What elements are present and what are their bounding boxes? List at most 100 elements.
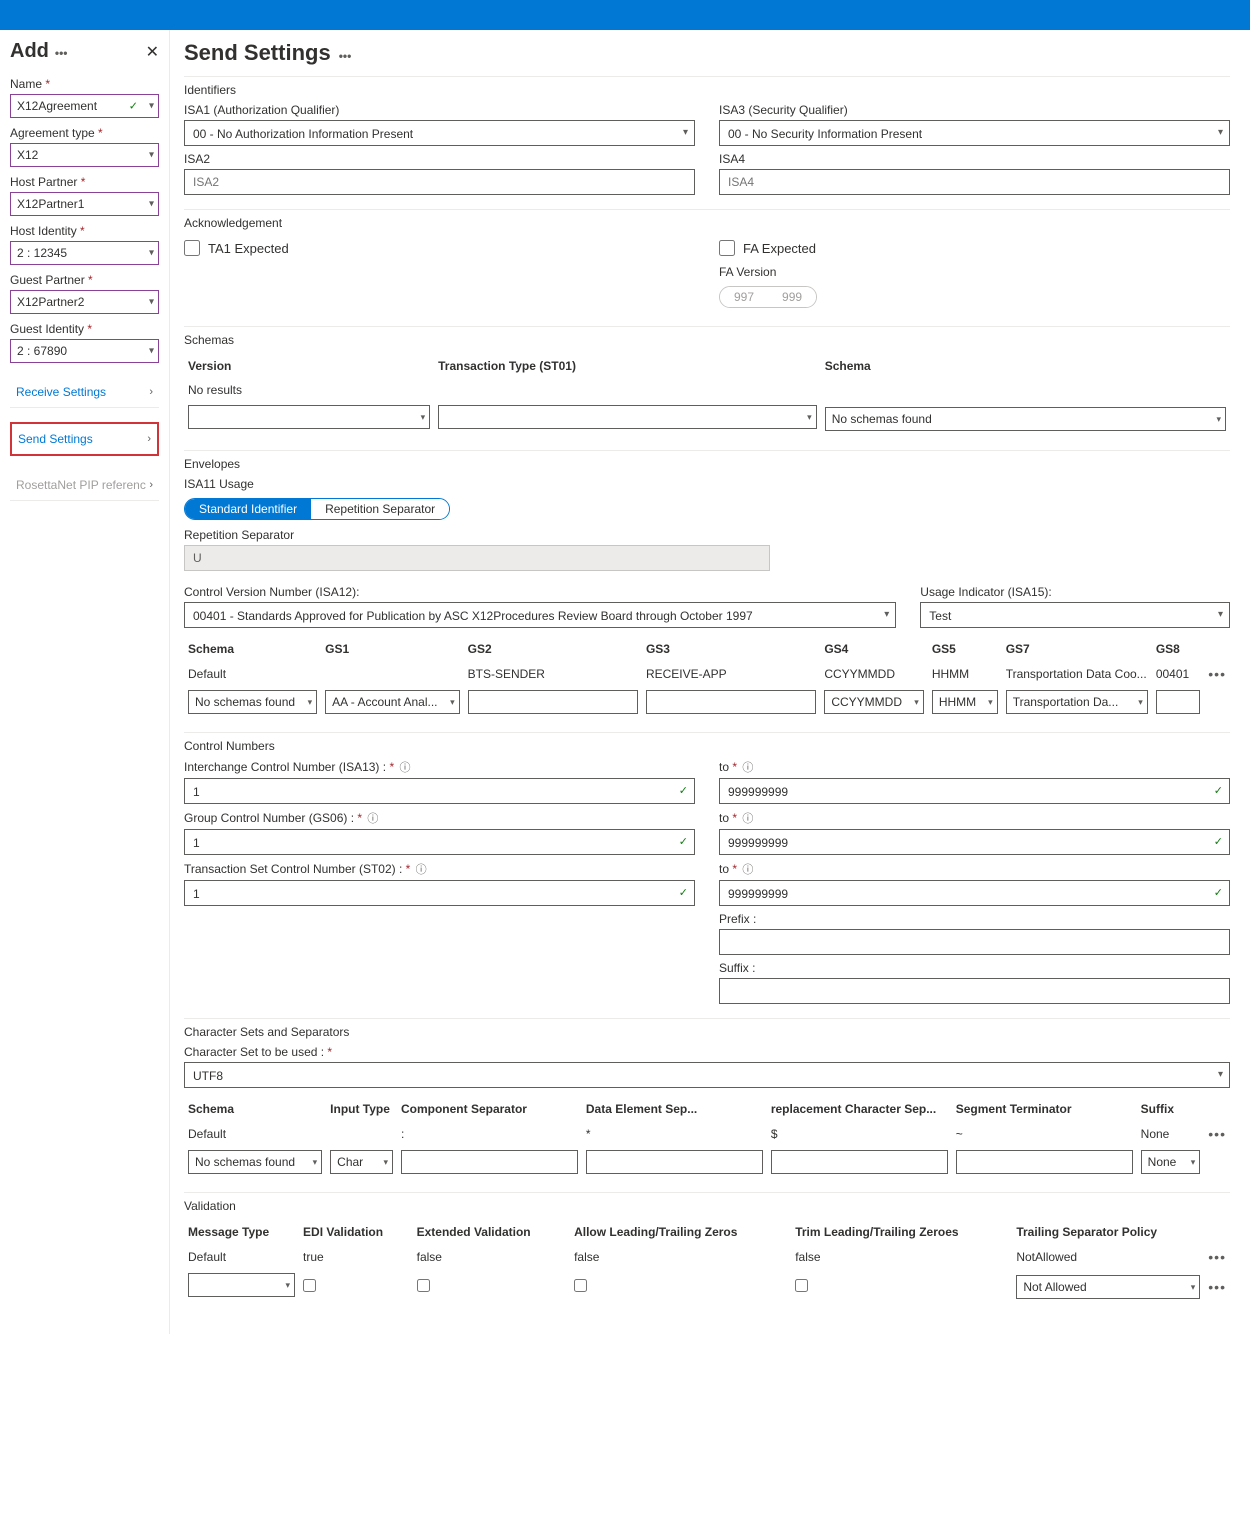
v-input-row: ▾ Not Allowed▾ ••• (184, 1269, 1230, 1304)
gs5-select[interactable]: HHMM▾ (932, 690, 998, 714)
isa11-toggle[interactable]: Standard Identifier Repetition Separator (184, 498, 450, 520)
host-identity-select[interactable]: 2 : 12345▾ (10, 241, 159, 265)
gs1-header: GS1 (321, 636, 464, 662)
fa-version-label: FA Version (719, 265, 1230, 279)
suffix-label: Suffix : (719, 961, 1230, 975)
v-msg-header: Message Type (184, 1219, 299, 1245)
v-trail-select[interactable]: Not Allowed▾ (1016, 1275, 1200, 1299)
cs-schema-select[interactable]: No schemas found▾ (188, 1150, 322, 1174)
fa-checkbox[interactable]: FA Expected (719, 240, 816, 256)
prefix-input[interactable] (719, 929, 1230, 955)
standard-identifier-option[interactable]: Standard Identifier (185, 499, 311, 519)
more-icon[interactable]: ••• (339, 49, 352, 63)
chevron-down-icon: ▾ (149, 346, 154, 357)
isa4-input[interactable] (719, 169, 1230, 195)
env-input-row: No schemas found▾ AA - Account Anal...▾ … (184, 686, 1230, 718)
tsc-to-input[interactable]: 999999999✓ (719, 880, 1230, 906)
cs-input-row: No schemas found▾ Char▾ None▾ (184, 1146, 1230, 1178)
chevron-down-icon: ▾ (149, 101, 154, 112)
cs-suffix-select[interactable]: None▾ (1141, 1150, 1201, 1174)
close-icon[interactable]: ✕ (146, 42, 159, 62)
cs-data-input[interactable] (586, 1150, 763, 1174)
gs1-select[interactable]: AA - Account Anal...▾ (325, 690, 460, 714)
v-lead-checkbox[interactable] (574, 1279, 587, 1292)
v-lead-header: Allow Leading/Trailing Zeros (570, 1219, 791, 1245)
guest-partner-select[interactable]: X12Partner2▾ (10, 290, 159, 314)
agreement-type-select[interactable]: X12▾ (10, 143, 159, 167)
gs7-header: GS7 (1002, 636, 1152, 662)
ta1-checkbox[interactable]: TA1 Expected (184, 240, 289, 256)
info-icon[interactable]: ⓘ (399, 762, 410, 774)
name-select[interactable]: X12Agreement✓▾ (10, 94, 159, 118)
info-icon[interactable]: ⓘ (742, 762, 753, 774)
agreement-type-label: Agreement type (10, 126, 159, 140)
v-trim-checkbox[interactable] (795, 1279, 808, 1292)
row-menu-icon[interactable]: ••• (1204, 1269, 1230, 1304)
usage-label: Usage Indicator (ISA15): (920, 585, 1230, 599)
gs4-header: GS4 (820, 636, 927, 662)
page-title: Send Settings••• (184, 40, 1230, 66)
cvn-select[interactable]: 00401 - Standards Approved for Publicati… (184, 602, 896, 628)
tsc-label: Transaction Set Control Number (ST02) : … (184, 861, 695, 877)
v-trail-header: Trailing Separator Policy (1012, 1219, 1204, 1245)
top-bar (0, 0, 1250, 30)
nav-receive-settings[interactable]: Receive Settings› (10, 377, 159, 408)
cs-inputtype-select[interactable]: Char▾ (330, 1150, 393, 1174)
v-edi-header: EDI Validation (299, 1219, 413, 1245)
info-icon[interactable]: ⓘ (367, 813, 378, 825)
no-results-text: No results (184, 379, 1230, 401)
guest-identity-select[interactable]: 2 : 67890▾ (10, 339, 159, 363)
cs-seg-input[interactable] (956, 1150, 1133, 1174)
more-icon[interactable]: ••• (55, 46, 68, 60)
v-ext-checkbox[interactable] (417, 1279, 430, 1292)
info-icon[interactable]: ⓘ (416, 864, 427, 876)
host-partner-label: Host Partner (10, 175, 159, 189)
tsc-to-label: to ⓘ (719, 861, 1230, 877)
v-msg-select[interactable]: ▾ (188, 1273, 295, 1297)
env-schema-select[interactable]: No schemas found▾ (188, 690, 317, 714)
chevron-down-icon: ▾ (149, 248, 154, 259)
gs8-input[interactable] (1156, 690, 1200, 714)
version-select[interactable]: ▾ (188, 405, 430, 429)
prefix-label: Prefix : (719, 912, 1230, 926)
row-menu-icon[interactable]: ••• (1204, 1245, 1230, 1269)
charset-select[interactable]: UTF8▾ (184, 1062, 1230, 1088)
row-menu-icon[interactable]: ••• (1204, 1122, 1230, 1146)
gs3-input[interactable] (646, 690, 816, 714)
fa-version-toggle: 997 999 (719, 286, 817, 308)
v-edi-checkbox[interactable] (303, 1279, 316, 1292)
info-icon[interactable]: ⓘ (742, 813, 753, 825)
isa3-select[interactable]: 00 - No Security Information Present▾ (719, 120, 1230, 146)
nav-send-settings[interactable]: Send Settings› (10, 422, 159, 456)
gcn-to-input[interactable]: 999999999✓ (719, 829, 1230, 855)
chevron-down-icon: ▾ (149, 297, 154, 308)
cs-repl-input[interactable] (771, 1150, 948, 1174)
suffix-input[interactable] (719, 978, 1230, 1004)
isa1-select[interactable]: 00 - No Authorization Information Presen… (184, 120, 695, 146)
gcn-to-label: to ⓘ (719, 810, 1230, 826)
schema-select[interactable]: No schemas found▾ (825, 407, 1226, 431)
chevron-down-icon: ▾ (683, 124, 688, 142)
gs2-input[interactable] (468, 690, 638, 714)
cs-comp-input[interactable] (401, 1150, 578, 1174)
host-partner-select[interactable]: X12Partner1▾ (10, 192, 159, 216)
tsc-from-input[interactable]: 1✓ (184, 880, 695, 906)
cs-inputtype-header: Input Type (326, 1096, 397, 1122)
icn-from-input[interactable]: 1✓ (184, 778, 695, 804)
usage-select[interactable]: Test▾ (920, 602, 1230, 628)
cs-schema-header: Schema (184, 1096, 326, 1122)
isa2-input[interactable] (184, 169, 695, 195)
tt-select[interactable]: ▾ (438, 405, 817, 429)
guest-partner-label: Guest Partner (10, 273, 159, 287)
gs4-select[interactable]: CCYYMMDD▾ (824, 690, 923, 714)
nav-rosettanet[interactable]: RosettaNet PIP referenc› (10, 470, 159, 501)
repetition-separator-option[interactable]: Repetition Separator (311, 499, 449, 519)
row-menu-icon[interactable]: ••• (1204, 662, 1230, 686)
info-icon[interactable]: ⓘ (742, 864, 753, 876)
identifiers-label: Identifiers (184, 83, 1230, 97)
sidebar-title: Add••• (10, 40, 68, 63)
icn-to-input[interactable]: 999999999✓ (719, 778, 1230, 804)
gs7-select[interactable]: Transportation Da...▾ (1006, 690, 1148, 714)
chevron-down-icon: ▾ (149, 150, 154, 161)
gcn-from-input[interactable]: 1✓ (184, 829, 695, 855)
